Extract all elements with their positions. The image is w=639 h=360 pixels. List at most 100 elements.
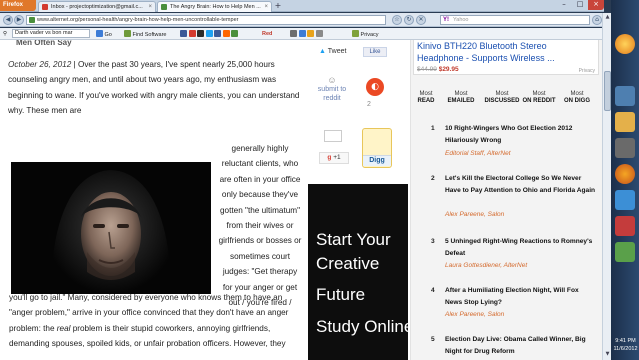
tab-bar: Firefox Inbox - projectoptimization@gmai… bbox=[0, 0, 604, 12]
search-placeholder: Yahoo bbox=[453, 17, 469, 23]
tab-up: Most bbox=[532, 91, 546, 97]
ie-icon[interactable] bbox=[615, 86, 635, 106]
close-icon[interactable]: × bbox=[264, 2, 268, 12]
left-ad-banner[interactable]: Start Your Creative Future Study Online bbox=[308, 184, 408, 360]
feed-icon[interactable] bbox=[222, 30, 230, 37]
reload-icon[interactable]: ↻ bbox=[404, 15, 414, 25]
list-item[interactable]: 3 5 Unhinged Right-Wing Reactions to Rom… bbox=[417, 236, 599, 276]
clock-date[interactable]: 11/6/2012 bbox=[612, 346, 639, 353]
clock-time[interactable]: 9:41 PM bbox=[612, 338, 639, 345]
twitter-icon[interactable] bbox=[205, 30, 213, 37]
new-tab-button[interactable]: + bbox=[273, 2, 283, 11]
privacy-label: Privacy bbox=[360, 32, 379, 38]
software-icon bbox=[124, 30, 131, 37]
media-icon[interactable] bbox=[615, 138, 635, 158]
scroll-down-arrow[interactable]: ▼ bbox=[604, 351, 611, 358]
maximize-button[interactable]: □ bbox=[572, 0, 588, 10]
toolbar-go-button[interactable]: Go bbox=[96, 30, 112, 38]
article-paragraph-cont: you'll go to jail." Many, considered by … bbox=[9, 290, 301, 352]
facebook2-icon[interactable] bbox=[214, 30, 222, 37]
game-icon[interactable] bbox=[231, 30, 239, 37]
ad-privacy-link[interactable]: Privacy bbox=[579, 65, 595, 77]
item-title-link[interactable]: After a Humiliating Election Night, Will… bbox=[445, 285, 597, 309]
article-photo bbox=[11, 162, 211, 294]
item-number: 4 bbox=[431, 287, 435, 294]
close-icon[interactable]: × bbox=[148, 2, 152, 12]
go-label: Go bbox=[104, 32, 112, 38]
tab-up: Most bbox=[454, 91, 468, 97]
stop-icon[interactable]: ✕ bbox=[416, 15, 426, 25]
start-orb-icon[interactable] bbox=[615, 34, 635, 54]
url-bar[interactable]: www.alternet.org/personal-health/angry-b… bbox=[26, 15, 386, 25]
list-item[interactable]: 1 10 Right-Wingers Who Got Election 2012… bbox=[417, 123, 599, 163]
folder-icon[interactable] bbox=[615, 112, 635, 132]
tweet-button[interactable]: ▲ Tweet bbox=[319, 48, 346, 55]
item-number: 2 bbox=[431, 175, 435, 182]
toolbar-search-input[interactable]: Darth vader vs bon mar bbox=[12, 29, 90, 38]
app-icon[interactable] bbox=[615, 242, 635, 262]
digg-button[interactable]: Digg bbox=[362, 128, 392, 168]
reddit-alien-icon: ☺ bbox=[327, 75, 337, 85]
music-icon[interactable] bbox=[197, 30, 205, 37]
firefox-menu-button[interactable]: Firefox bbox=[0, 0, 36, 11]
app-icon[interactable] bbox=[615, 190, 635, 210]
tab-angry-brain[interactable]: The Angry Brain: How to Help Men ... × bbox=[157, 1, 272, 12]
product-ad[interactable]: Kinivo BTH220 Bluetooth Stereo Headphone… bbox=[413, 40, 599, 75]
weather-icon[interactable] bbox=[298, 30, 306, 37]
red-button[interactable]: Red bbox=[262, 30, 272, 38]
shield-icon bbox=[352, 30, 359, 37]
tab-most-discussed[interactable]: Most DISCUSSED bbox=[483, 91, 521, 105]
item-title-link[interactable]: Let's Kill the Electoral College So We N… bbox=[445, 173, 597, 197]
facebook-like-button[interactable]: Like bbox=[363, 47, 387, 57]
item-author[interactable]: Laura Gottesdiener, AlterNet bbox=[445, 262, 527, 269]
tab-most-on-reddit[interactable]: Most ON REDDIT bbox=[522, 91, 556, 105]
item-author[interactable]: Alex Pareene, Salon bbox=[445, 311, 504, 318]
tab-most-read[interactable]: Most READ bbox=[407, 91, 445, 105]
ad-price: $44.99 $29.95 bbox=[417, 64, 595, 76]
gplus-icon: g bbox=[327, 154, 332, 161]
app-icon[interactable] bbox=[615, 216, 635, 236]
ad-line: Start Your bbox=[316, 230, 391, 249]
stumbleupon-icon[interactable]: ◐ bbox=[366, 78, 384, 96]
minimize-button[interactable]: – bbox=[556, 0, 572, 10]
item-title-link[interactable]: 10 Right-Wingers Who Got Election 2012 H… bbox=[445, 123, 597, 147]
article-paragraph-1: October 26, 2012 | Over the past 30 year… bbox=[8, 60, 300, 116]
gplus-button[interactable]: g +1 bbox=[319, 152, 349, 164]
firefox-icon[interactable] bbox=[615, 164, 635, 184]
star-icon[interactable] bbox=[307, 30, 315, 37]
star-icon[interactable]: ☆ bbox=[392, 15, 402, 25]
item-number: 3 bbox=[431, 238, 435, 245]
close-window-button[interactable]: × bbox=[588, 0, 604, 10]
tab-most-emailed[interactable]: Most EMAILED bbox=[442, 91, 480, 105]
tools-icon[interactable] bbox=[315, 30, 323, 37]
youtube-icon[interactable] bbox=[188, 30, 196, 37]
mail-icon[interactable] bbox=[290, 30, 297, 37]
scroll-up-arrow[interactable]: ▲ bbox=[604, 14, 611, 21]
find-software-button[interactable]: Find Software bbox=[124, 30, 166, 38]
right-sidebar: Kinivo BTH220 Bluetooth Stereo Headphone… bbox=[410, 40, 604, 360]
tab-label: ON REDDIT bbox=[522, 98, 556, 104]
page-scrollbar[interactable]: ▲ ▼ bbox=[602, 13, 611, 360]
forward-button[interactable]: ▶ bbox=[14, 15, 24, 25]
tab-angry-brain-label: The Angry Brain: How to Help Men ... bbox=[170, 4, 261, 10]
tab-inbox[interactable]: Inbox - projectoptimization@gmail.c... × bbox=[38, 1, 156, 12]
list-item[interactable]: 5 Election Day Live: Obama Called Winner… bbox=[417, 334, 599, 360]
tab-label: READ bbox=[417, 98, 435, 104]
list-item[interactable]: 2 Let's Kill the Electoral College So We… bbox=[417, 173, 599, 227]
item-author[interactable]: Alex Pareene, Salon bbox=[445, 211, 504, 218]
scrollbar-thumb[interactable] bbox=[604, 71, 611, 111]
social-share-column: ▲ Tweet Like ☺ submit to reddit ◐ 2 g +1… bbox=[305, 40, 408, 360]
reddit-submit-button[interactable]: ☺ submit to reddit bbox=[315, 76, 349, 103]
back-button[interactable]: ◀ bbox=[3, 15, 13, 25]
tab-most-on-digg[interactable]: Most ON DIGG bbox=[560, 91, 594, 105]
list-item[interactable]: 4 After a Humiliating Election Night, Wi… bbox=[417, 285, 599, 325]
tab-up: Most bbox=[419, 91, 433, 97]
facebook-icon[interactable] bbox=[180, 30, 187, 37]
privacy-button[interactable]: Privacy bbox=[352, 30, 379, 38]
search-box[interactable]: Y! Yahoo bbox=[440, 15, 590, 25]
item-title-link[interactable]: 5 Unhinged Right-Wing Reactions to Romne… bbox=[445, 236, 597, 260]
home-icon[interactable]: ⌂ bbox=[592, 15, 602, 25]
web-page: Men Often Say October 26, 2012 | Over th… bbox=[0, 40, 604, 360]
item-title-link[interactable]: Election Day Live: Obama Called Winner, … bbox=[445, 334, 597, 358]
item-author[interactable]: Editorial Staff, AlterNet bbox=[445, 150, 511, 157]
